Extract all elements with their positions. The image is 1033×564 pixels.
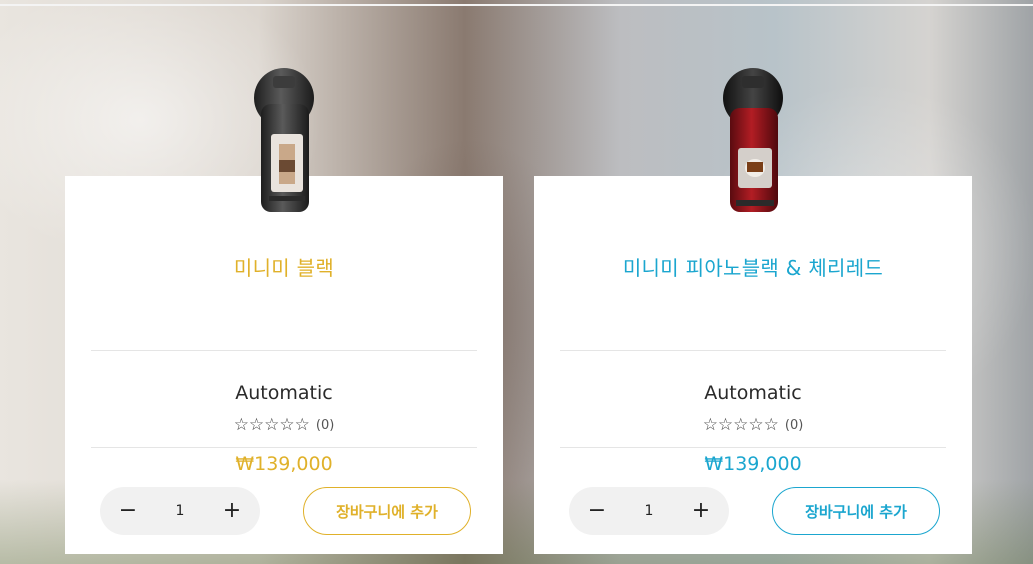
star-icon: ☆☆☆☆☆	[233, 415, 310, 435]
product-type: Automatic	[235, 382, 333, 404]
divider	[560, 350, 946, 351]
minus-button[interactable]: −	[587, 500, 607, 522]
coffee-machine-black-icon[interactable]	[229, 64, 339, 216]
rating-count: (0)	[784, 417, 804, 433]
top-divider	[0, 4, 1033, 6]
product-price: ₩139,000	[235, 453, 333, 475]
add-to-cart-button[interactable]: 장바구니에 추가	[303, 487, 471, 535]
add-to-cart-button[interactable]: 장바구니에 추가	[772, 487, 940, 535]
product-price: ₩139,000	[704, 453, 802, 475]
plus-button[interactable]: +	[691, 500, 711, 522]
divider	[560, 447, 946, 448]
plus-button[interactable]: +	[222, 500, 242, 522]
star-rating: ☆☆☆☆☆ (0)	[534, 415, 972, 435]
quantity-stepper: − 1 +	[569, 487, 729, 535]
divider	[91, 447, 477, 448]
coffee-machine-red-icon[interactable]	[698, 64, 808, 216]
star-rating: ☆☆☆☆☆ (0)	[65, 415, 503, 435]
quantity-stepper: − 1 +	[100, 487, 260, 535]
star-icon: ☆☆☆☆☆	[702, 415, 779, 435]
product-type: Automatic	[704, 382, 802, 404]
rating-count: (0)	[315, 417, 335, 433]
product-title[interactable]: 미니미 피아노블랙 & 체리레드	[534, 252, 972, 281]
product-card: 미니미 블랙 Automatic ☆☆☆☆☆ (0) ₩139,000 − 1 …	[65, 68, 503, 554]
minus-button[interactable]: −	[118, 500, 138, 522]
quantity-value[interactable]: 1	[645, 503, 654, 519]
quantity-value[interactable]: 1	[176, 503, 185, 519]
product-card: 미니미 피아노블랙 & 체리레드 Automatic ☆☆☆☆☆ (0) ₩13…	[534, 68, 972, 554]
product-title[interactable]: 미니미 블랙	[65, 252, 503, 281]
divider	[91, 350, 477, 351]
